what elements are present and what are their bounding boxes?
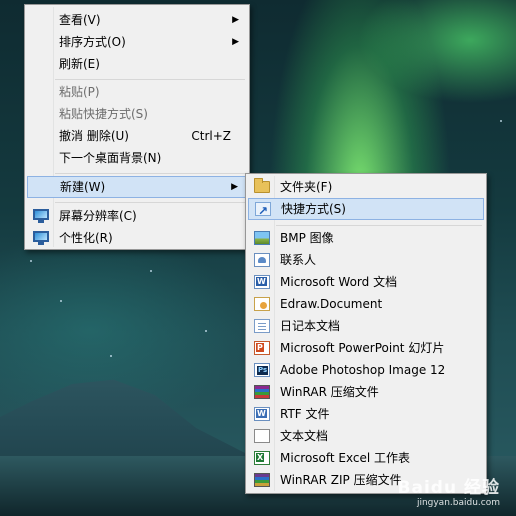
submenu-arrow-icon: ▶ <box>231 182 238 192</box>
menu-separator <box>55 202 245 203</box>
baidu-watermark: Baidu 经验 jingyan.baidu.com <box>398 473 500 508</box>
menu-item-label: BMP 图像 <box>280 231 334 245</box>
desktop-context-menu: 查看(V) ▶ 排序方式(O) ▶ 刷新(E) 粘贴(P) 粘贴快捷方式(S) … <box>24 4 250 250</box>
menu-item-shortcut: Ctrl+Z <box>191 129 231 143</box>
menu-item-refresh[interactable]: 刷新(E) <box>27 53 247 75</box>
menu-item-label: Microsoft PowerPoint 幻灯片 <box>280 341 445 355</box>
menu-separator <box>55 173 245 174</box>
submenu-item-contact[interactable]: 联系人 <box>248 249 484 271</box>
menu-item-next-background[interactable]: 下一个桌面背景(N) <box>27 147 247 169</box>
menu-item-label: 快捷方式(S) <box>281 202 346 216</box>
winrar-zip-icon <box>254 473 270 487</box>
submenu-item-photoshop[interactable]: Adobe Photoshop Image 12 <box>248 359 484 381</box>
menu-item-new[interactable]: 新建(W) ▶ <box>27 176 247 198</box>
menu-item-label: Adobe Photoshop Image 12 <box>280 363 446 377</box>
display-settings-icon <box>33 209 49 223</box>
submenu-item-winrar[interactable]: WinRAR 压缩文件 <box>248 381 484 403</box>
submenu-item-text[interactable]: 文本文档 <box>248 425 484 447</box>
wallpaper-star <box>205 330 207 332</box>
submenu-item-word[interactable]: Microsoft Word 文档 <box>248 271 484 293</box>
submenu-item-folder[interactable]: 文件夹(F) <box>248 176 484 198</box>
menu-item-paste-shortcut: 粘贴快捷方式(S) <box>27 103 247 125</box>
menu-item-label: 撤消 删除(U) <box>59 129 129 143</box>
menu-item-label: Microsoft Word 文档 <box>280 275 398 289</box>
menu-item-label: 文件夹(F) <box>280 180 333 194</box>
wallpaper-star <box>30 260 32 262</box>
menu-item-label: Edraw.Document <box>280 297 383 311</box>
folder-icon <box>254 178 270 193</box>
menu-separator <box>276 225 482 226</box>
menu-item-view[interactable]: 查看(V) ▶ <box>27 9 247 31</box>
new-submenu: 文件夹(F) 快捷方式(S) BMP 图像 联系人 Microsoft Word… <box>245 173 487 494</box>
menu-item-label: WinRAR 压缩文件 <box>280 385 379 399</box>
watermark-site: jingyan.baidu.com <box>416 498 500 508</box>
bmp-image-icon <box>254 231 270 245</box>
submenu-item-journal[interactable]: 日记本文档 <box>248 315 484 337</box>
photoshop-icon <box>254 363 270 377</box>
menu-item-label: 下一个桌面背景(N) <box>59 151 162 165</box>
menu-item-sort-by[interactable]: 排序方式(O) ▶ <box>27 31 247 53</box>
menu-item-label: WinRAR ZIP 压缩文件 <box>280 473 402 487</box>
submenu-item-edraw[interactable]: Edraw.Document <box>248 293 484 315</box>
menu-item-label: 粘贴(P) <box>59 85 100 99</box>
menu-separator <box>55 79 245 80</box>
rtf-doc-icon <box>254 407 270 421</box>
menu-item-label: 联系人 <box>280 253 317 267</box>
journal-doc-icon <box>254 319 270 333</box>
menu-item-label: 新建(W) <box>60 180 106 194</box>
submenu-item-excel[interactable]: Microsoft Excel 工作表 <box>248 447 484 469</box>
menu-item-label: 排序方式(O) <box>59 35 126 49</box>
menu-item-label: 粘贴快捷方式(S) <box>59 107 148 121</box>
menu-item-paste: 粘贴(P) <box>27 81 247 103</box>
wallpaper-star <box>110 355 112 357</box>
excel-icon <box>254 451 270 465</box>
submenu-arrow-icon: ▶ <box>232 15 239 25</box>
word-doc-icon <box>254 275 270 289</box>
submenu-arrow-icon: ▶ <box>232 37 239 47</box>
wallpaper-star <box>60 300 62 302</box>
watermark-brand: Baidu 经验 <box>397 478 500 498</box>
menu-item-label: 文本文档 <box>280 429 329 443</box>
menu-item-undo-delete[interactable]: 撤消 删除(U) Ctrl+Z <box>27 125 247 147</box>
shortcut-icon <box>255 200 271 222</box>
menu-item-label: 屏幕分辨率(C) <box>59 209 137 223</box>
text-doc-icon <box>254 429 270 443</box>
submenu-item-rtf[interactable]: RTF 文件 <box>248 403 484 425</box>
menu-item-label: 个性化(R) <box>59 231 113 245</box>
powerpoint-icon <box>254 341 270 355</box>
submenu-item-powerpoint[interactable]: Microsoft PowerPoint 幻灯片 <box>248 337 484 359</box>
menu-item-label: RTF 文件 <box>280 407 330 421</box>
menu-item-screen-resolution[interactable]: 屏幕分辨率(C) <box>27 205 247 227</box>
menu-item-label: 日记本文档 <box>280 319 341 333</box>
wallpaper-star <box>150 270 152 272</box>
edraw-doc-icon <box>254 297 270 311</box>
contact-icon <box>254 253 270 267</box>
menu-item-label: 刷新(E) <box>59 57 100 71</box>
menu-item-label: Microsoft Excel 工作表 <box>280 451 411 465</box>
winrar-icon <box>254 385 270 399</box>
wallpaper-star <box>500 120 502 122</box>
menu-item-label: 查看(V) <box>59 13 101 27</box>
submenu-item-shortcut[interactable]: 快捷方式(S) <box>248 198 484 222</box>
personalize-icon <box>33 231 49 245</box>
menu-item-personalize[interactable]: 个性化(R) <box>27 227 247 249</box>
submenu-item-bmp[interactable]: BMP 图像 <box>248 227 484 249</box>
